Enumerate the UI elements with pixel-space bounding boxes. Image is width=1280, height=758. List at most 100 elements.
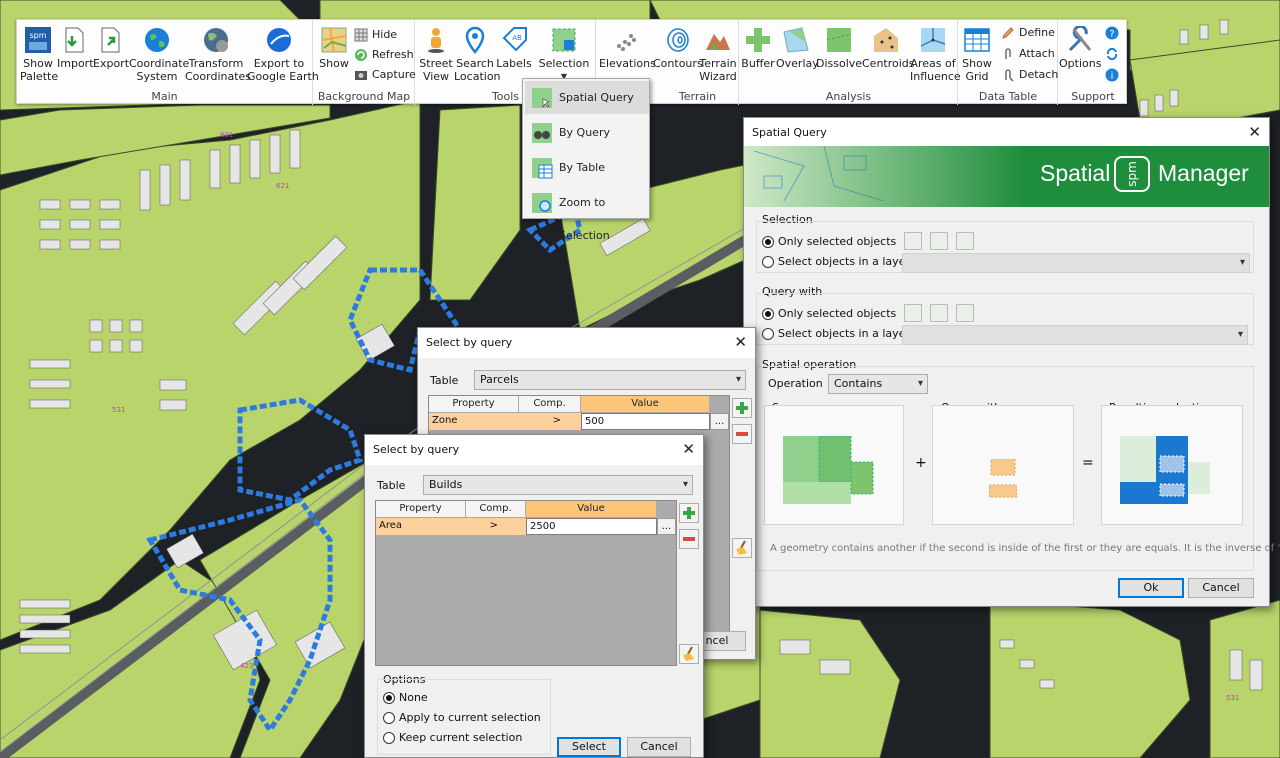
option-apply-radio[interactable]: Apply to current selection: [383, 711, 541, 725]
selection-add-button[interactable]: [930, 232, 948, 250]
back-query-close-icon[interactable]: ✕: [734, 333, 747, 351]
detach-clip-icon: [1005, 69, 1014, 82]
hide-button[interactable]: Hide: [354, 26, 397, 44]
import-button[interactable]: Import: [57, 24, 94, 70]
labels-button[interactable]: AB Labels: [496, 24, 532, 70]
show-background-button[interactable]: Show: [316, 24, 352, 70]
street-view-button[interactable]: Street View: [418, 24, 454, 83]
select-button[interactable]: Select: [557, 737, 621, 757]
define-button[interactable]: Define: [1001, 24, 1055, 42]
operation-combo[interactable]: Contains ▾: [828, 374, 928, 394]
elevations-button[interactable]: Elevations: [599, 24, 656, 70]
selection-label: Selection: [538, 57, 590, 70]
selection-button[interactable]: Selection ▼: [536, 24, 592, 83]
selection-only-selected-radio[interactable]: Only selected objects: [762, 235, 896, 249]
remove-minus-icon: [736, 432, 748, 436]
terrain-wizard-button[interactable]: Terrain Wizard: [699, 24, 737, 83]
dissolve-button[interactable]: Dissolve: [816, 24, 862, 70]
transform-coordinates-label: Transform Coordinates: [185, 57, 252, 83]
menu-item-zoom-to-selection[interactable]: Zoom to Selection: [525, 186, 649, 242]
front-row-browse-button[interactable]: ...: [657, 518, 676, 535]
centroids-icon: [874, 28, 898, 52]
add-plus-icon: [736, 402, 748, 414]
attach-button[interactable]: Attach: [1001, 45, 1055, 63]
search-location-button[interactable]: Search Location: [454, 24, 501, 83]
menu-item-by-query[interactable]: By Query: [525, 116, 649, 149]
contours-button[interactable]: Contours: [653, 24, 703, 70]
back-add-row-button[interactable]: [732, 398, 752, 418]
street-view-label: Street View: [419, 57, 453, 83]
query-only-selected-radio[interactable]: Only selected objects: [762, 307, 896, 321]
options-button[interactable]: Options: [1059, 24, 1101, 70]
front-row-comp[interactable]: >: [466, 518, 526, 535]
help-icon[interactable]: ?: [1105, 26, 1119, 40]
show-palette-button[interactable]: spm Show Palette: [20, 24, 58, 83]
contours-label: Contours: [653, 57, 703, 70]
attach-label: Attach: [1019, 47, 1055, 60]
areas-of-influence-label: Areas of Influence: [910, 57, 961, 83]
show-grid-button[interactable]: Show Grid: [959, 24, 995, 83]
selection-table-button[interactable]: [956, 232, 974, 250]
back-clear-button[interactable]: [732, 538, 752, 558]
front-query-close-icon[interactable]: ✕: [682, 440, 695, 458]
back-row-browse-button[interactable]: ...: [710, 413, 729, 430]
front-clear-button[interactable]: [679, 644, 699, 664]
back-row-comp[interactable]: >: [519, 413, 581, 430]
menu-item-by-table[interactable]: By Table: [525, 151, 649, 184]
back-row-property[interactable]: Zone: [429, 413, 519, 430]
front-row-property[interactable]: Area: [376, 518, 466, 535]
refresh-button[interactable]: Refresh: [354, 46, 414, 64]
query-add-button[interactable]: [930, 304, 948, 322]
globe-icon: [145, 28, 169, 52]
info-icon[interactable]: i: [1105, 68, 1119, 82]
back-row-value-input[interactable]: 500: [581, 413, 710, 430]
svg-text:423: 423: [240, 662, 253, 670]
spatial-cancel-button[interactable]: Cancel: [1188, 578, 1254, 598]
export-button[interactable]: Export: [93, 24, 129, 70]
back-col-comp: Comp.: [519, 396, 581, 413]
query-in-layer-radio[interactable]: Select objects in a layer: [762, 327, 910, 341]
menu-item-spatial-query[interactable]: Spatial Query: [525, 81, 649, 114]
query-layer-combo[interactable]: ▾: [902, 325, 1248, 345]
define-label: Define: [1019, 26, 1055, 39]
buffer-button[interactable]: Buffer: [740, 24, 776, 70]
overlay-label: Overlay: [776, 57, 819, 70]
selection-pick-button[interactable]: [904, 232, 922, 250]
option-keep-radio[interactable]: Keep current selection: [383, 731, 522, 745]
export-google-earth-button[interactable]: Export to Google Earth: [247, 24, 319, 83]
overlay-button[interactable]: Overlay: [776, 24, 819, 70]
selection-in-layer-radio[interactable]: Select objects in a layer: [762, 255, 910, 269]
contours-icon: [667, 28, 689, 52]
svg-text:spm: spm: [29, 31, 46, 40]
centroids-button[interactable]: Centroids: [862, 24, 915, 70]
spm-palette-icon: spm: [25, 27, 51, 53]
ok-button[interactable]: Ok: [1118, 578, 1184, 598]
back-table-combo[interactable]: Parcels ▾: [474, 370, 746, 390]
front-remove-row-button[interactable]: [679, 529, 699, 549]
option-keep-label: Keep current selection: [399, 731, 523, 744]
pencil-icon: [1002, 27, 1014, 39]
selection-layer-combo[interactable]: ▾: [902, 253, 1250, 273]
zoom-selection-icon: [532, 193, 552, 213]
broom-icon: [736, 540, 747, 555]
label-tag-icon: AB: [502, 27, 527, 52]
update-icon[interactable]: [1105, 47, 1119, 61]
areas-of-influence-button[interactable]: Areas of Influence: [910, 24, 961, 83]
front-row-value-input[interactable]: 2500: [526, 518, 657, 535]
selection-opt2-label: Select objects in a layer: [778, 255, 910, 268]
query-table-button[interactable]: [956, 304, 974, 322]
spatial-query-close-icon[interactable]: ✕: [1248, 123, 1261, 141]
query-pick-button[interactable]: [904, 304, 922, 322]
show-label: Show: [319, 57, 349, 70]
option-none-radio[interactable]: None: [383, 691, 428, 705]
detach-button[interactable]: Detach: [1001, 66, 1058, 84]
front-add-row-button[interactable]: [679, 503, 699, 523]
coordinate-system-button[interactable]: Coordinate System: [129, 24, 189, 83]
transform-coordinates-button[interactable]: Transform Coordinates: [185, 24, 251, 83]
back-query-titlebar: Select by query: [418, 328, 755, 358]
dissolve-label: Dissolve: [816, 57, 863, 70]
front-cancel-button[interactable]: Cancel: [627, 737, 691, 757]
front-table-combo[interactable]: Builds ▾: [423, 475, 693, 495]
capture-button[interactable]: Capture: [354, 66, 416, 84]
back-remove-row-button[interactable]: [732, 424, 752, 444]
